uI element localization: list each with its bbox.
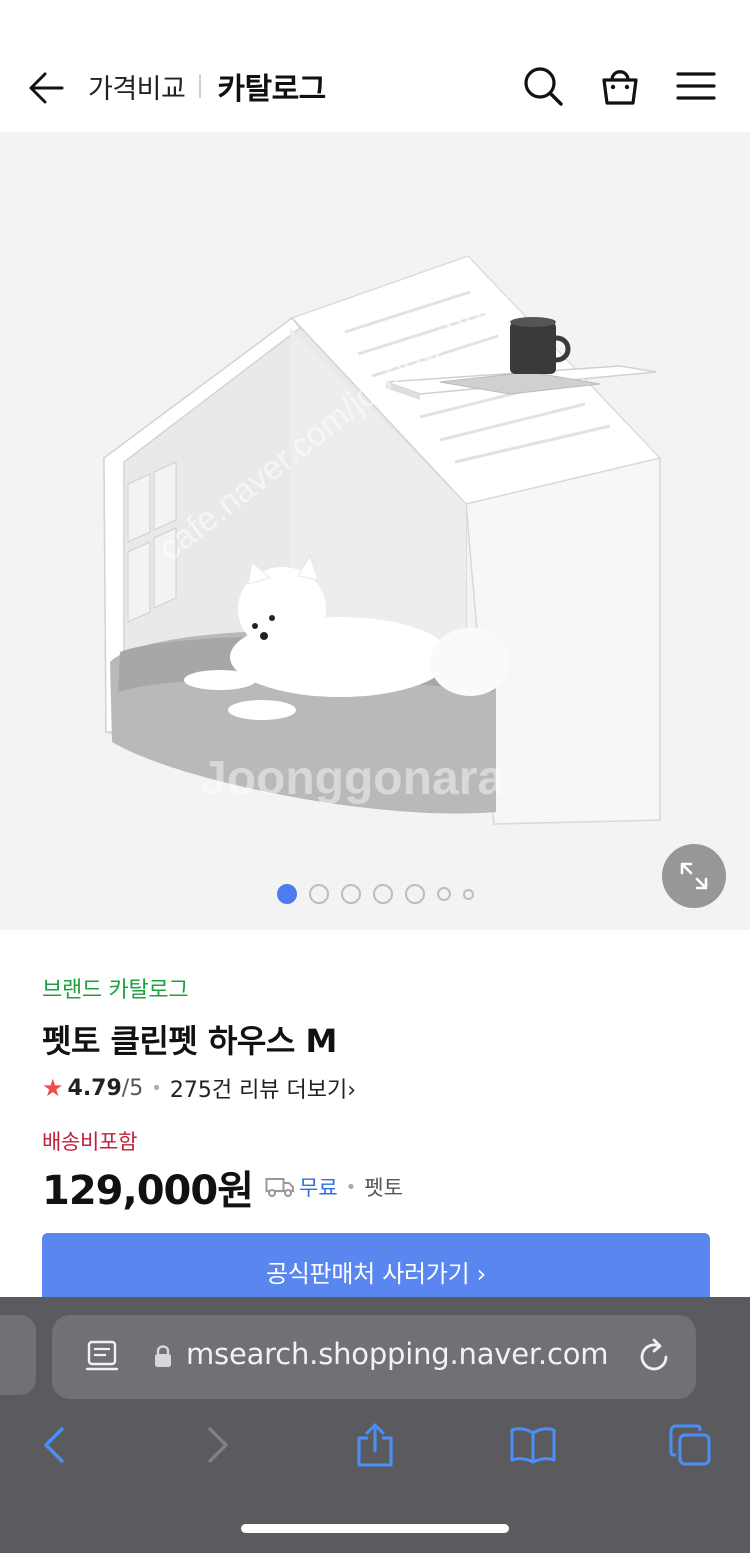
gallery-dot[interactable] bbox=[308, 884, 329, 904]
chevron-right-icon: › bbox=[347, 1078, 357, 1103]
back-button[interactable] bbox=[24, 66, 68, 110]
gallery-dot[interactable] bbox=[462, 888, 474, 900]
gallery-dot[interactable] bbox=[372, 884, 393, 904]
lock-icon bbox=[155, 1345, 171, 1367]
rating-max: /5 bbox=[121, 1075, 144, 1101]
browser-bottom-bar: msearch.shopping.naver.com bbox=[0, 1297, 750, 1553]
separator-dot: • bbox=[151, 1077, 162, 1099]
chevron-right-icon bbox=[208, 1427, 228, 1463]
tabs-button[interactable] bbox=[660, 1417, 720, 1473]
expand-image-button[interactable] bbox=[662, 844, 726, 908]
previous-tab-preview[interactable] bbox=[0, 1315, 36, 1395]
menu-icon bbox=[676, 72, 716, 100]
product-photo: cafe.naver.com/joonggonara Joonggonara bbox=[0, 132, 750, 930]
page-menu-icon[interactable] bbox=[84, 1339, 120, 1375]
address-bar[interactable]: msearch.shopping.naver.com bbox=[52, 1315, 696, 1399]
reload-icon[interactable] bbox=[634, 1337, 674, 1377]
star-icon: ★ bbox=[42, 1074, 64, 1102]
breadcrumb-divider bbox=[199, 74, 202, 98]
breadcrumb-catalog: 카탈로그 bbox=[217, 72, 326, 107]
share-icon bbox=[357, 1423, 393, 1467]
product-image-gallery[interactable]: cafe.naver.com/joonggonara Joonggonara bbox=[0, 132, 750, 930]
menu-button[interactable] bbox=[672, 62, 720, 110]
breadcrumb: 가격비교 카탈로그 bbox=[88, 67, 326, 107]
shipping-included-label: 배송비포함 bbox=[42, 1130, 138, 1154]
separator-dot: • bbox=[345, 1176, 357, 1198]
home-indicator[interactable] bbox=[241, 1524, 509, 1533]
brand-catalog-link[interactable]: 브랜드 카탈로그 bbox=[42, 972, 189, 1004]
gallery-pagination bbox=[0, 884, 750, 904]
chevron-left-icon bbox=[44, 1427, 64, 1463]
truck-icon bbox=[265, 1176, 295, 1198]
shopping-bag-icon bbox=[602, 70, 638, 105]
book-icon bbox=[510, 1427, 556, 1464]
browser-back-button[interactable] bbox=[24, 1417, 84, 1473]
cart-button[interactable] bbox=[596, 62, 644, 110]
expand-icon bbox=[680, 862, 708, 890]
app-header: 가격비교 카탈로그 bbox=[0, 0, 750, 132]
product-price: 129,000원 bbox=[42, 1168, 254, 1214]
arrow-left-icon bbox=[29, 72, 64, 104]
tabs-icon bbox=[669, 1424, 711, 1466]
gallery-dot[interactable] bbox=[436, 887, 451, 901]
gallery-dot[interactable] bbox=[276, 884, 297, 904]
bookmarks-button[interactable] bbox=[503, 1417, 563, 1473]
browser-toolbar bbox=[0, 1417, 750, 1477]
shipping-free: 무료 bbox=[299, 1176, 338, 1200]
watermark-brand: Joonggonara bbox=[200, 752, 504, 805]
browser-forward-button[interactable] bbox=[188, 1417, 248, 1473]
rating-value: 4.79 bbox=[67, 1075, 122, 1101]
product-title: 펫토 클린펫 하우스 M bbox=[42, 1022, 337, 1060]
seller-name: 펫토 bbox=[364, 1176, 403, 1200]
share-button[interactable] bbox=[345, 1417, 405, 1473]
gallery-dot[interactable] bbox=[404, 884, 425, 904]
breadcrumb-price-compare[interactable]: 가격비교 bbox=[88, 67, 186, 106]
price-row: 129,000원 무료 • 펫토 bbox=[42, 1158, 403, 1216]
url-text: msearch.shopping.naver.com bbox=[186, 1337, 609, 1371]
review-link-label: 275건 리뷰 더보기 bbox=[169, 1078, 348, 1103]
rating-row: ★ 4.79 /5 • 275건 리뷰 더보기› bbox=[42, 1072, 356, 1104]
search-button[interactable] bbox=[519, 62, 567, 110]
gallery-dot[interactable] bbox=[340, 884, 361, 904]
review-more-link[interactable]: 275건 리뷰 더보기› bbox=[170, 1072, 356, 1104]
search-icon bbox=[524, 67, 563, 106]
